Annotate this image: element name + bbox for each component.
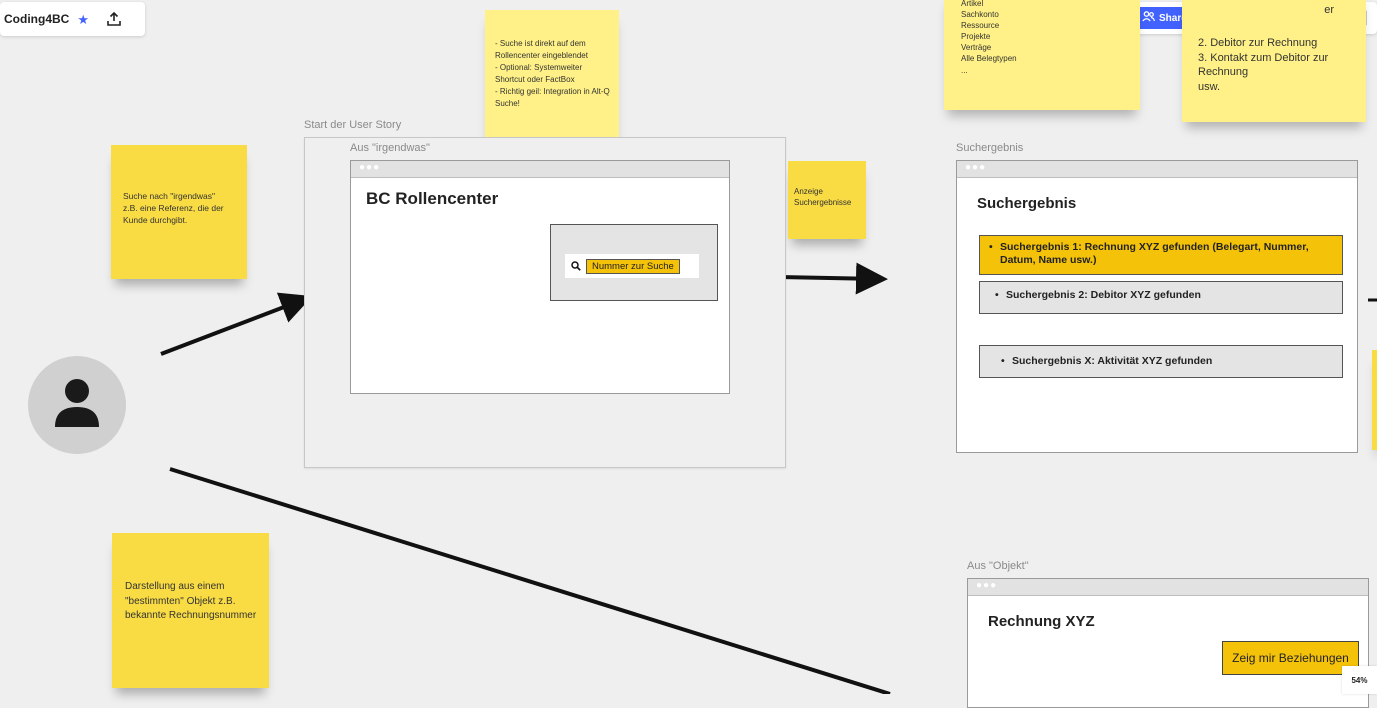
rolecenter-heading: BC Rollencenter	[366, 189, 499, 208]
export-icon[interactable]	[101, 6, 127, 32]
sticky-note-relations[interactable]: er 2. Debitor zur Rechnung 3. Kontakt zu…	[1182, 0, 1366, 122]
board-header: Coding4BC ★	[0, 2, 145, 36]
board-name[interactable]: Coding4BC	[4, 12, 69, 26]
sticky-note-search-text: Suche nach "irgendwas" z.B. eine Referen…	[123, 191, 224, 225]
result-item-activity-text: Suchergebnis X: Aktivität XYZ gefunden	[1012, 355, 1213, 367]
sticky-note-object-text: Darstellung aus einem "bestimmten" Objek…	[125, 581, 257, 621]
frame-title-user-story: Start der User Story	[304, 119, 402, 131]
rolecenter-window[interactable]: ●●● BC Rollencenter Nummer zur Suche	[350, 160, 730, 394]
line-user-to-object	[169, 467, 891, 694]
sticky-note-types-text: Artikel Sachkonto Ressource Projekte Ver…	[961, 0, 1017, 75]
result-item-activity[interactable]: • Suchergebnis X: Aktivität XYZ gefunden	[979, 345, 1343, 378]
sticky-note-search[interactable]: Suche nach "irgendwas" z.B. eine Referen…	[111, 145, 247, 279]
frame-title-results: Suchergebnis	[956, 142, 1024, 154]
arrow-user-to-rolecenter	[160, 292, 313, 356]
magnifier-icon	[571, 261, 581, 271]
result-item-debtor-text: Suchergebnis 2: Debitor XYZ gefunden	[1006, 289, 1201, 301]
invoice-heading: Rechnung XYZ	[988, 613, 1095, 630]
sticky-note-relations-text: 2. Debitor zur Rechnung 3. Kontakt zum D…	[1198, 37, 1329, 93]
sticky-note-relations-peek: er	[1324, 4, 1334, 16]
window-titlebar: ●●●	[957, 161, 1357, 178]
star-icon[interactable]: ★	[77, 13, 89, 26]
search-panel: Nummer zur Suche	[550, 224, 718, 301]
sticky-note-types[interactable]: Artikel Sachkonto Ressource Projekte Ver…	[944, 0, 1140, 110]
result-item-invoice-text: Suchergebnis 1: Rechnung XYZ gefunden (B…	[1000, 241, 1309, 266]
invoice-window[interactable]: ●●● Rechnung XYZ Zeig mir Beziehungen	[967, 578, 1369, 708]
window-titlebar: ●●●	[351, 161, 729, 178]
user-icon	[53, 377, 101, 434]
bullet: •	[995, 289, 999, 301]
window-titlebar: ●●●	[968, 579, 1368, 596]
people-icon	[1142, 11, 1155, 25]
frame-title-from-anything: Aus "irgendwas"	[350, 142, 430, 154]
frame-title-object: Aus "Objekt"	[967, 560, 1029, 572]
bullet: •	[1001, 355, 1005, 367]
arrow-rolecenter-to-results	[778, 262, 888, 295]
search-input[interactable]: Nummer zur Suche	[586, 258, 680, 274]
sticky-note-results[interactable]: Anzeige Suchergebnisse	[788, 161, 866, 239]
show-relations-button[interactable]: Zeig mir Beziehungen	[1222, 641, 1359, 675]
sticky-note-edge-right[interactable]	[1372, 350, 1377, 450]
sticky-note-object[interactable]: Darstellung aus einem "bestimmten" Objek…	[112, 533, 269, 688]
sticky-note-rolecenter[interactable]: - Suche ist direkt auf dem Rollencenter …	[485, 10, 619, 144]
results-window[interactable]: ●●● Suchergebnis • Suchergebnis 1: Rechn…	[956, 160, 1358, 453]
results-heading: Suchergebnis	[977, 195, 1077, 212]
user-avatar[interactable]	[28, 356, 126, 454]
search-box[interactable]: Nummer zur Suche	[565, 254, 699, 278]
sticky-note-results-text: Anzeige Suchergebnisse	[794, 187, 852, 207]
zoom-indicator[interactable]: 54%	[1342, 666, 1377, 694]
sticky-note-rolecenter-text: - Suche ist direkt auf dem Rollencenter …	[495, 39, 610, 108]
bullet: •	[989, 241, 993, 253]
result-item-invoice[interactable]: • Suchergebnis 1: Rechnung XYZ gefunden …	[979, 235, 1343, 275]
result-item-debtor[interactable]: • Suchergebnis 2: Debitor XYZ gefunden	[979, 281, 1343, 314]
